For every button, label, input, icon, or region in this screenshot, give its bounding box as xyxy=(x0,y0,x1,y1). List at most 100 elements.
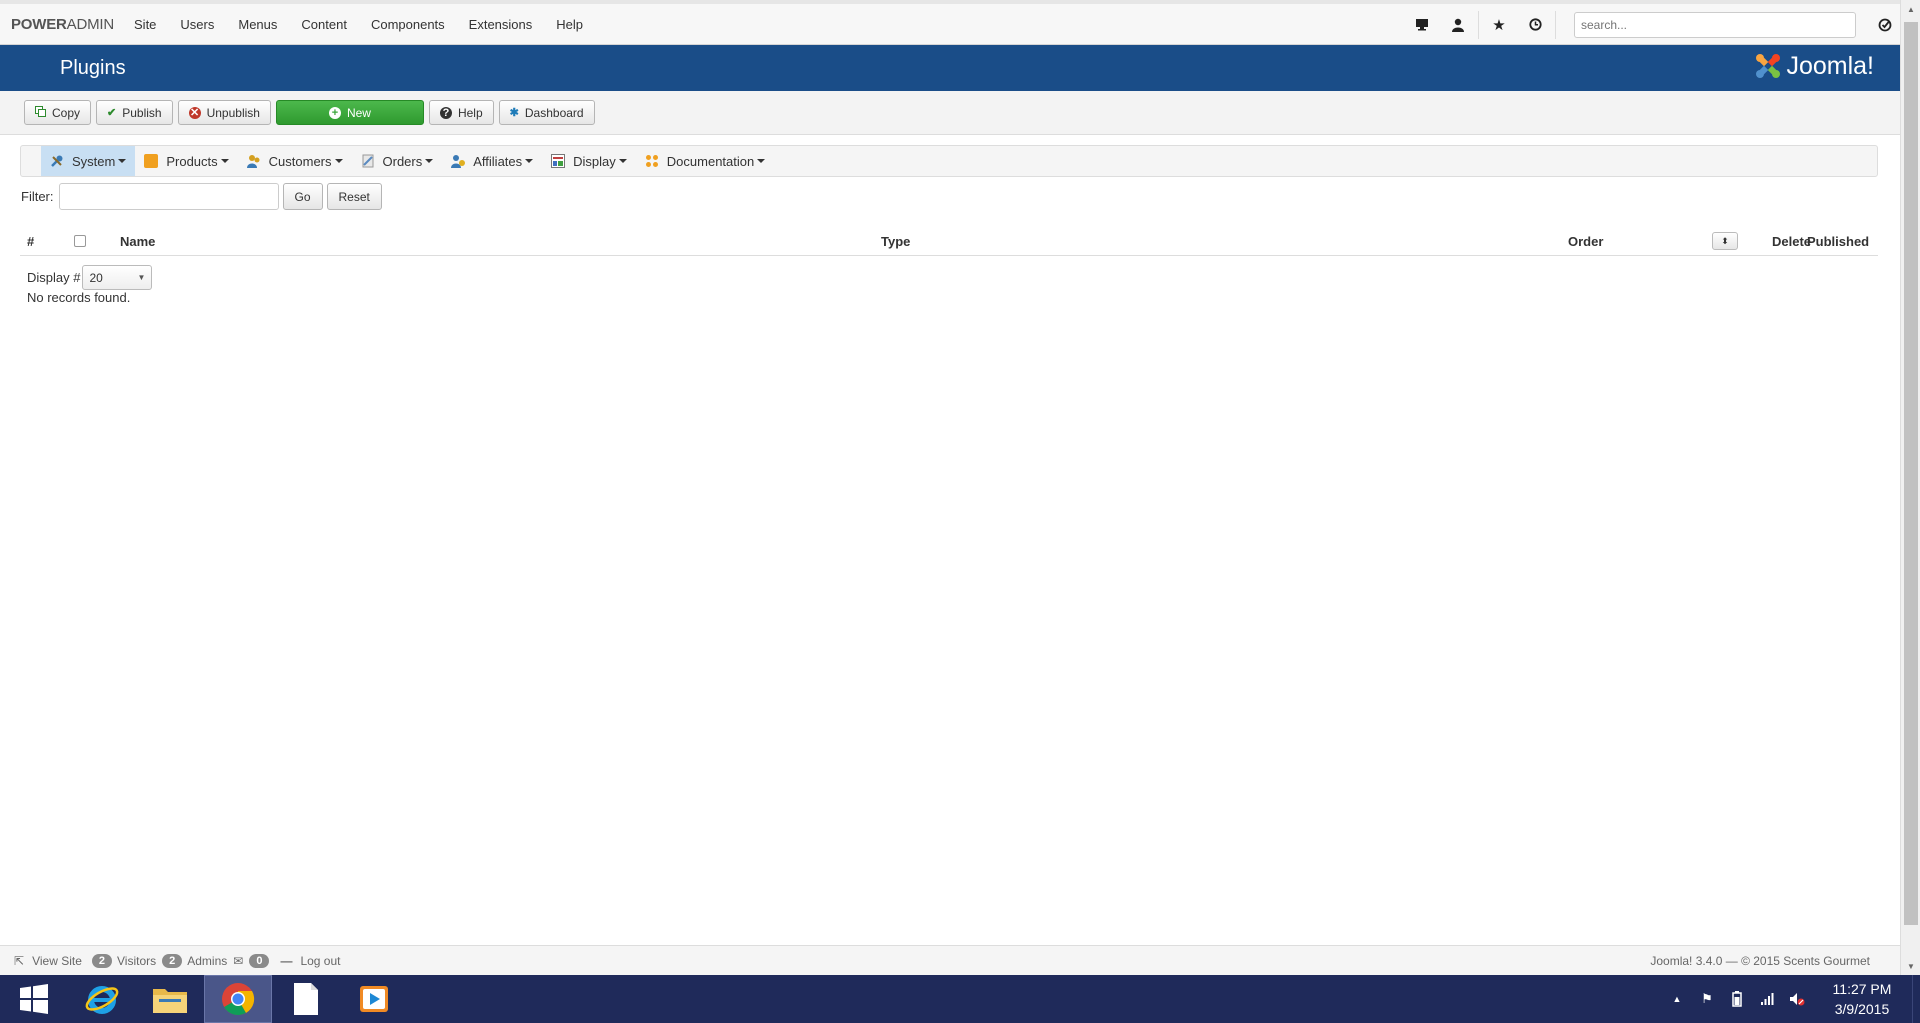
menu-users[interactable]: Users xyxy=(168,17,226,32)
system-clock[interactable]: 11:27 PM 3/9/2015 xyxy=(1812,979,1912,1019)
document-app[interactable] xyxy=(272,975,340,1023)
submenu-affiliates[interactable]: Affiliates xyxy=(442,146,542,176)
scroll-down-icon[interactable]: ▼ xyxy=(1901,957,1920,975)
menu-help[interactable]: Help xyxy=(544,17,595,32)
minus-icon: — xyxy=(280,953,293,968)
scroll-up-icon[interactable]: ▲ xyxy=(1901,0,1920,18)
new-button[interactable]: + New xyxy=(275,100,424,125)
visitors-status: 2 Visitors xyxy=(91,953,156,968)
divider xyxy=(1478,10,1479,39)
menu-components[interactable]: Components xyxy=(359,17,457,32)
search-input[interactable] xyxy=(1574,11,1856,38)
customers-icon xyxy=(246,154,261,168)
caret-down-icon xyxy=(525,159,534,163)
submenu-display[interactable]: Display xyxy=(542,146,636,176)
network-signal-icon[interactable] xyxy=(1752,992,1782,1006)
dashboard-button[interactable]: ✱ Dashboard xyxy=(498,100,595,125)
flag-icon[interactable]: ⚑ xyxy=(1692,991,1722,1007)
display-limit-select[interactable]: 20 ▼ xyxy=(82,265,153,290)
user-icon[interactable] xyxy=(1440,4,1476,45)
select-all-checkbox[interactable] xyxy=(74,235,86,247)
products-icon xyxy=(144,154,159,168)
media-player-app[interactable] xyxy=(340,975,408,1023)
admins-status: 2 Admins xyxy=(162,953,227,968)
submenu-documentation-label: Documentation xyxy=(666,153,755,169)
view-site-link[interactable]: ⇱ View Site xyxy=(14,954,82,968)
display-icon xyxy=(551,154,566,168)
column-order[interactable]: Order xyxy=(1568,226,1603,256)
monitor-icon[interactable] xyxy=(1404,4,1440,45)
copy-label: Copy xyxy=(52,105,81,120)
affiliates-icon xyxy=(451,154,466,168)
documentation-icon xyxy=(645,154,659,168)
clock-date: 3/9/2015 xyxy=(1834,1001,1890,1017)
display-limit: Display # 20 ▼ xyxy=(27,265,153,290)
unpublish-button[interactable]: ✕ Unpublish xyxy=(177,100,271,125)
submenu-affiliates-label: Affiliates xyxy=(473,153,523,169)
star-icon[interactable]: ★ xyxy=(1481,4,1517,45)
divider xyxy=(1555,10,1556,39)
windows-taskbar: ▲ ⚑ 11:27 PM 3/9/2015 xyxy=(0,975,1920,1023)
submenu-system-label: System xyxy=(72,153,116,169)
submenu-system[interactable]: System xyxy=(41,146,136,176)
sort-icon[interactable]: ⬍ xyxy=(1712,232,1738,250)
go-button[interactable]: Go xyxy=(282,183,323,210)
show-hidden-icons-icon[interactable]: ▲ xyxy=(1662,994,1692,1004)
messages-status[interactable]: ✉ 0 xyxy=(233,953,274,968)
system-tray: ▲ ⚑ 11:27 PM 3/9/2015 xyxy=(1662,975,1920,1023)
check-circle-icon[interactable] xyxy=(1870,4,1900,45)
status-bar: ⇱ View Site 2 Visitors 2 Admins ✉ 0 — Lo… xyxy=(0,945,1900,975)
envelope-icon: ✉ xyxy=(233,953,244,968)
publish-button[interactable]: ✔ Publish xyxy=(96,100,173,125)
check-icon: ✔ xyxy=(107,107,117,119)
column-published[interactable]: Published xyxy=(1807,226,1869,256)
menu-site[interactable]: Site xyxy=(122,17,168,32)
menu-menus[interactable]: Menus xyxy=(226,17,289,32)
filter-label: Filter: xyxy=(21,189,54,204)
caret-down-icon xyxy=(757,159,766,163)
select-all-checkbox-wrap xyxy=(74,226,86,256)
logout-label: Log out xyxy=(300,953,341,968)
chrome-app[interactable] xyxy=(204,975,272,1023)
volume-muted-icon[interactable] xyxy=(1782,992,1812,1006)
column-delete[interactable]: Delete xyxy=(1772,226,1811,256)
clock-icon[interactable] xyxy=(1517,4,1553,45)
battery-icon[interactable] xyxy=(1722,991,1752,1007)
logout-link[interactable]: — Log out xyxy=(280,954,340,968)
table-header: # Name Type Order ⬍ Delete Published xyxy=(20,226,1878,256)
joomla-logo[interactable]: Joomla! xyxy=(1753,51,1874,81)
submenu-products[interactable]: Products xyxy=(135,146,237,176)
start-button[interactable] xyxy=(0,975,68,1023)
tools-icon xyxy=(50,154,64,168)
submenu-customers[interactable]: Customers xyxy=(238,146,352,176)
display-label: Display # xyxy=(27,270,81,285)
show-desktop-button[interactable] xyxy=(1912,975,1920,1023)
messages-count: 0 xyxy=(249,953,270,968)
menu-extensions[interactable]: Extensions xyxy=(457,17,545,32)
scroll-thumb[interactable] xyxy=(1904,22,1918,925)
save-order-wrap: ⬍ xyxy=(1712,226,1738,256)
help-button[interactable]: ? Help xyxy=(428,100,494,125)
submenu-documentation[interactable]: Documentation xyxy=(636,146,774,176)
main-menu: Site Users Menus Content Components Exte… xyxy=(122,17,595,32)
document-icon xyxy=(294,983,318,1015)
chevron-down-icon: ▼ xyxy=(137,273,146,282)
column-type[interactable]: Type xyxy=(881,226,910,256)
reset-button[interactable]: Reset xyxy=(326,183,382,210)
internet-explorer-app[interactable] xyxy=(68,975,136,1023)
caret-down-icon xyxy=(618,159,627,163)
filter-input[interactable] xyxy=(58,183,279,210)
column-name[interactable]: Name xyxy=(120,226,155,256)
dashboard-label: Dashboard xyxy=(524,105,584,120)
action-toolbar: Copy ✔ Publish ✕ Unpublish + New ? Help … xyxy=(0,91,1900,135)
submenu-orders[interactable]: Orders xyxy=(352,146,443,176)
joomla-mark-icon xyxy=(1756,54,1781,78)
brand-bold: POWER xyxy=(11,15,67,33)
copy-button[interactable]: Copy xyxy=(24,100,92,125)
menu-content[interactable]: Content xyxy=(289,17,359,32)
display-limit-value: 20 xyxy=(89,270,103,285)
vertical-scrollbar[interactable]: ▲ ▼ xyxy=(1900,0,1920,975)
file-explorer-app[interactable] xyxy=(136,975,204,1023)
submenu-products-label: Products xyxy=(166,153,218,169)
brand-logo[interactable]: POWERADMIN xyxy=(11,16,114,33)
